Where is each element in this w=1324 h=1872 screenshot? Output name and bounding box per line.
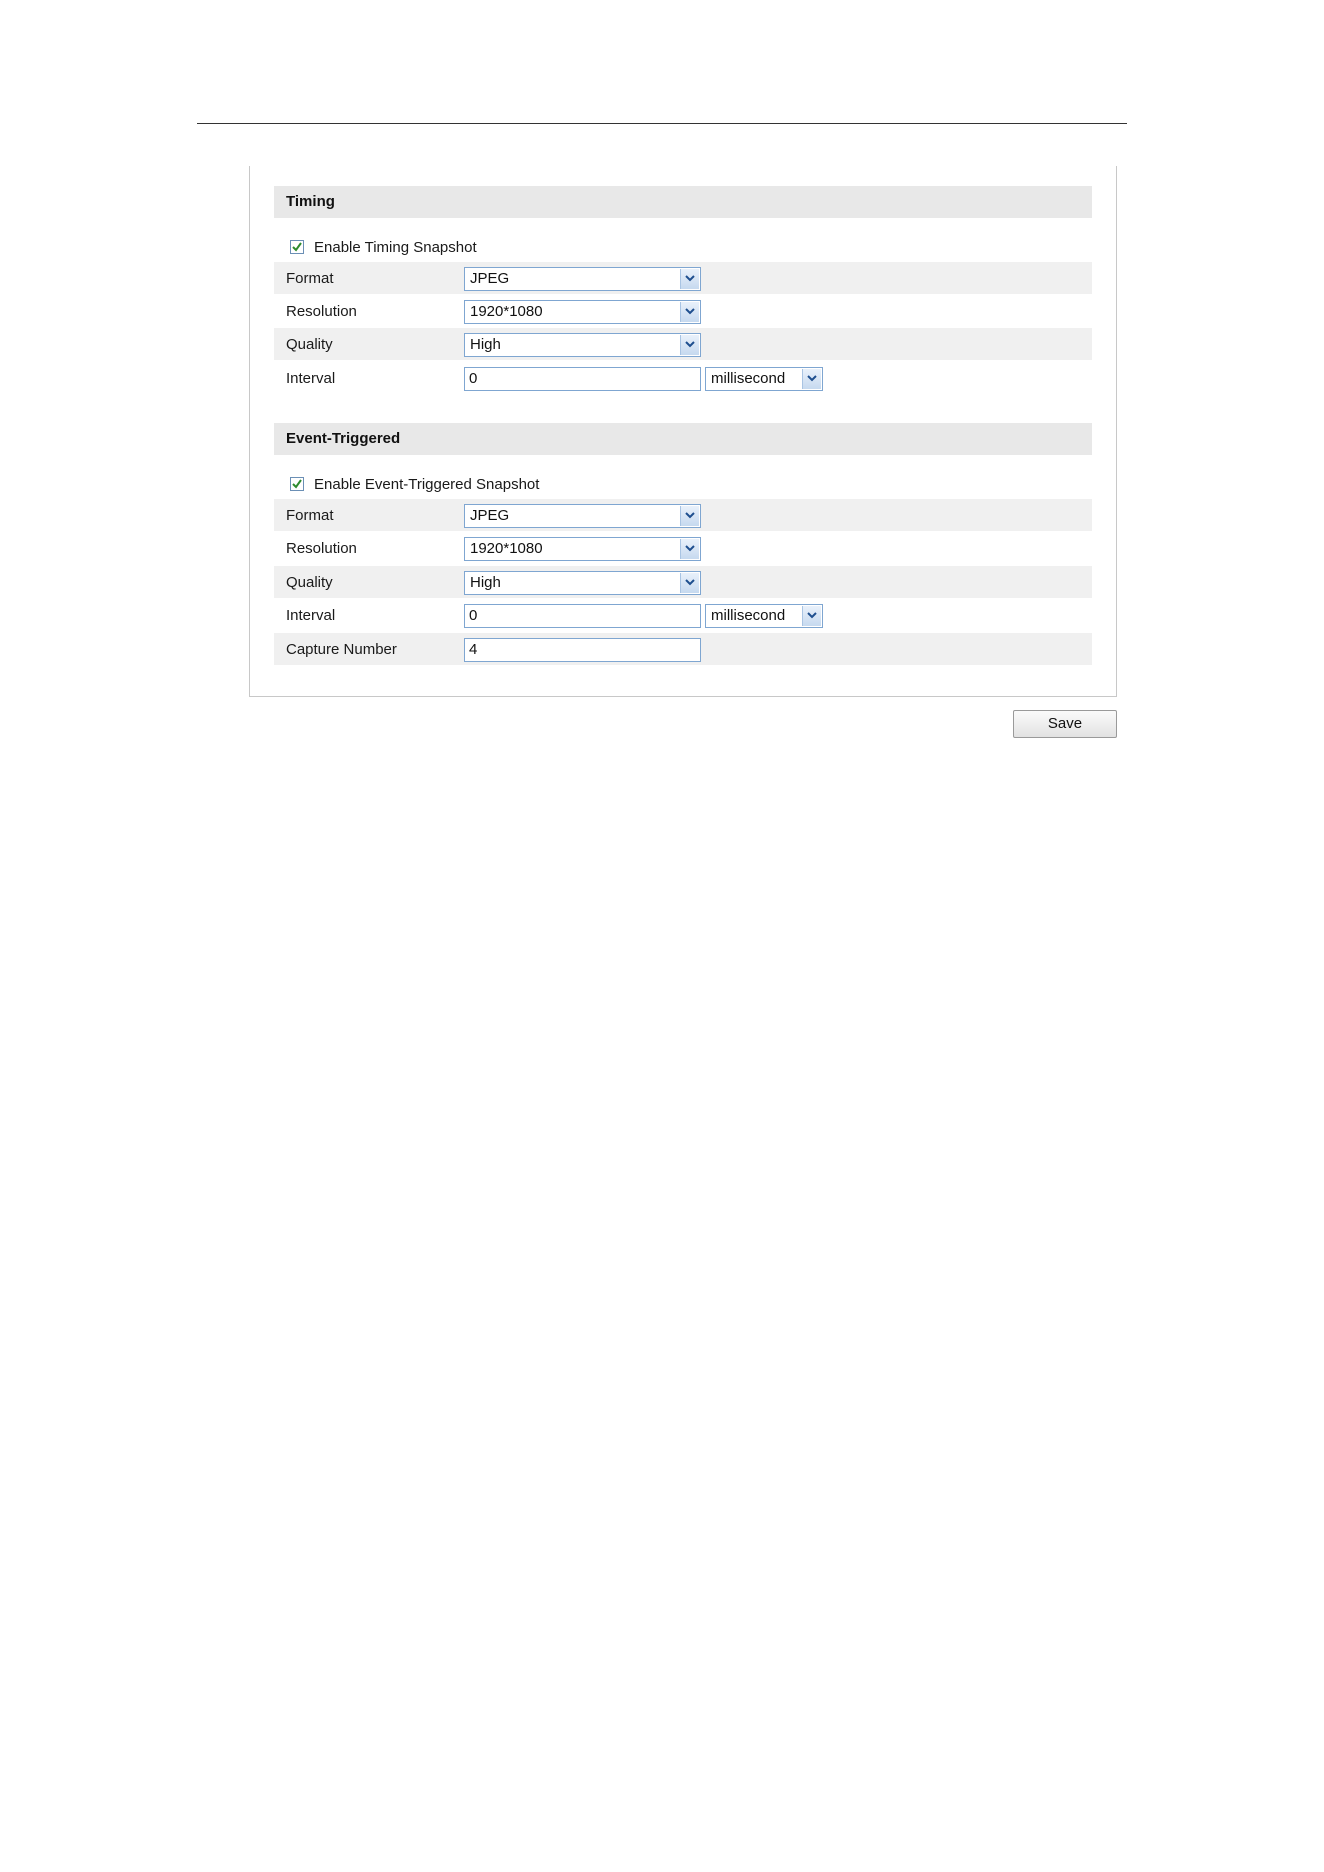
event-resolution-select[interactable]: 1920*1080 xyxy=(464,537,701,561)
timing-section-header: Timing xyxy=(274,186,1092,218)
save-button[interactable]: Save xyxy=(1013,710,1117,738)
timing-format-row: Format JPEG xyxy=(274,262,1092,294)
timing-resolution-label: Resolution xyxy=(286,303,357,320)
timing-quality-select[interactable]: High xyxy=(464,333,701,357)
event-format-row: Format JPEG xyxy=(274,499,1092,531)
event-triggered-section-header: Event-Triggered xyxy=(274,423,1092,455)
enable-event-triggered-snapshot-label: Enable Event-Triggered Snapshot xyxy=(314,475,540,493)
event-interval-input[interactable]: 0 xyxy=(464,604,701,628)
event-format-select[interactable]: JPEG xyxy=(464,504,701,528)
timing-section-title: Timing xyxy=(286,193,335,210)
timing-format-value: JPEG xyxy=(470,270,510,287)
timing-quality-row: Quality High xyxy=(274,328,1092,360)
chevron-down-icon xyxy=(685,545,695,552)
timing-interval-unit-dropdown-button[interactable] xyxy=(802,369,821,389)
timing-resolution-select[interactable]: 1920*1080 xyxy=(464,300,701,324)
event-interval-unit-value: millisecond xyxy=(711,607,786,624)
chevron-down-icon xyxy=(685,275,695,282)
timing-resolution-dropdown-button[interactable] xyxy=(680,302,699,322)
timing-quality-value: High xyxy=(470,336,501,353)
timing-format-label: Format xyxy=(286,270,334,287)
timing-interval-unit-value: millisecond xyxy=(711,370,786,387)
event-resolution-row: Resolution 1920*1080 xyxy=(274,532,1092,564)
chevron-down-icon xyxy=(685,308,695,315)
event-resolution-dropdown-button[interactable] xyxy=(680,539,699,559)
event-capture-number-input[interactable]: 4 xyxy=(464,638,701,662)
event-quality-value: High xyxy=(470,574,501,591)
enable-timing-snapshot[interactable]: Enable Timing Snapshot xyxy=(290,236,477,258)
timing-interval-row: Interval 0 millisecond xyxy=(274,362,1092,394)
timing-interval-label: Interval xyxy=(286,370,336,387)
timing-quality-label: Quality xyxy=(286,336,333,353)
event-format-value: JPEG xyxy=(470,507,510,524)
timing-interval-input[interactable]: 0 xyxy=(464,367,701,391)
chevron-down-icon xyxy=(685,341,695,348)
chevron-down-icon xyxy=(685,512,695,519)
event-capture-number-row: Capture Number 4 xyxy=(274,633,1092,665)
event-interval-unit-dropdown-button[interactable] xyxy=(802,606,821,626)
chevron-down-icon xyxy=(685,579,695,586)
event-interval-row: Interval 0 millisecond xyxy=(274,599,1092,631)
timing-resolution-row: Resolution 1920*1080 xyxy=(274,295,1092,327)
event-quality-row: Quality High xyxy=(274,566,1092,598)
event-triggered-section-title: Event-Triggered xyxy=(286,430,401,447)
checkmark-icon xyxy=(292,242,302,252)
event-capture-number-label: Capture Number xyxy=(286,641,397,658)
event-quality-dropdown-button[interactable] xyxy=(680,573,699,593)
enable-timing-snapshot-checkbox[interactable] xyxy=(290,240,304,254)
event-resolution-value: 1920*1080 xyxy=(470,540,543,557)
event-quality-select[interactable]: High xyxy=(464,571,701,595)
enable-event-triggered-snapshot-checkbox[interactable] xyxy=(290,477,304,491)
event-interval-label: Interval xyxy=(286,607,336,624)
timing-format-dropdown-button[interactable] xyxy=(680,269,699,289)
event-quality-label: Quality xyxy=(286,574,333,591)
event-format-label: Format xyxy=(286,507,334,524)
enable-timing-snapshot-label: Enable Timing Snapshot xyxy=(314,238,477,256)
event-format-dropdown-button[interactable] xyxy=(680,506,699,526)
page-header-rule xyxy=(197,123,1127,124)
timing-format-select[interactable]: JPEG xyxy=(464,267,701,291)
checkmark-icon xyxy=(292,479,302,489)
timing-interval-unit-select[interactable]: millisecond xyxy=(705,367,823,391)
enable-event-triggered-snapshot[interactable]: Enable Event-Triggered Snapshot xyxy=(290,473,539,495)
timing-resolution-value: 1920*1080 xyxy=(470,303,543,320)
event-resolution-label: Resolution xyxy=(286,540,357,557)
event-interval-unit-select[interactable]: millisecond xyxy=(705,604,823,628)
timing-quality-dropdown-button[interactable] xyxy=(680,335,699,355)
chevron-down-icon xyxy=(807,612,817,619)
chevron-down-icon xyxy=(807,375,817,382)
